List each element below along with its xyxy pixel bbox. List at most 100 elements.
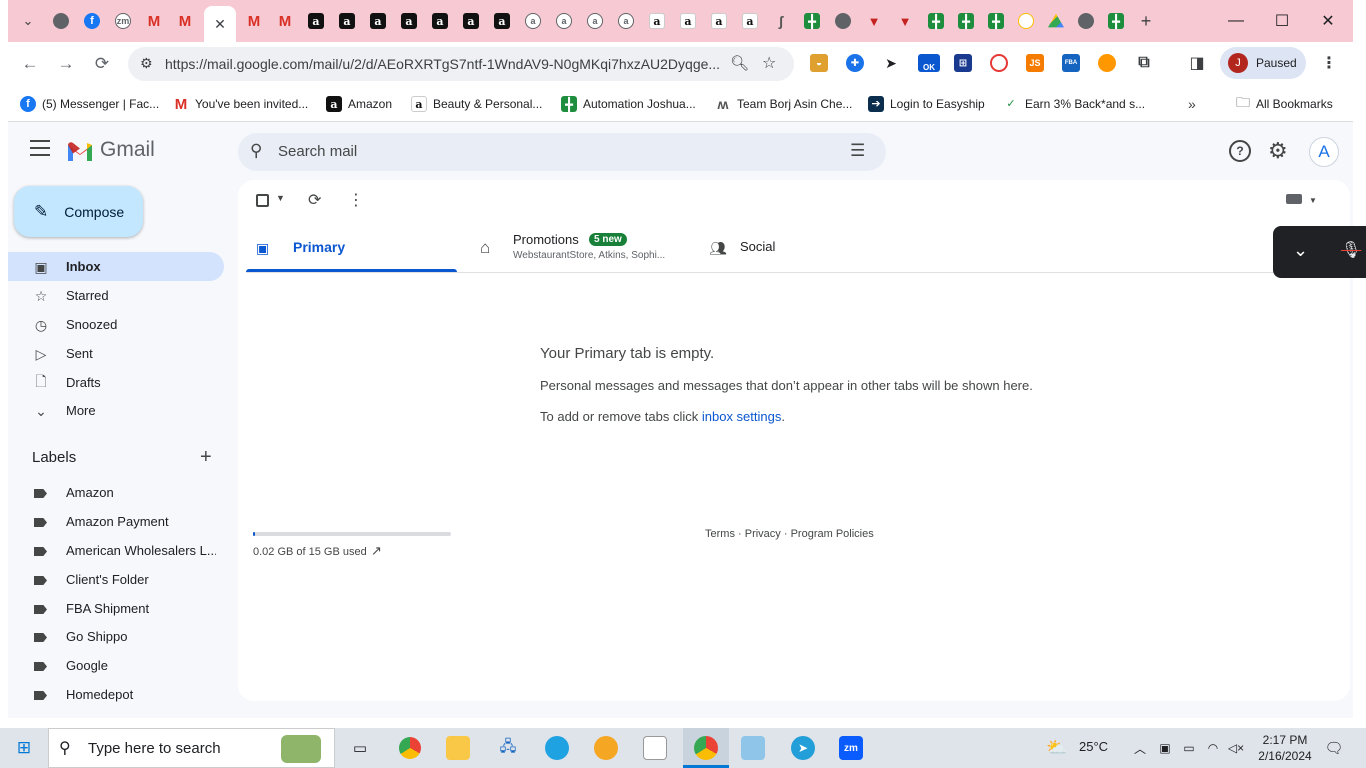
- gmail-logo[interactable]: Gmail: [66, 138, 155, 162]
- tab-amazon-9[interactable]: a: [676, 9, 700, 33]
- privacy-link[interactable]: Privacy: [745, 528, 781, 540]
- tab-seller-1[interactable]: a: [521, 9, 545, 33]
- search-box[interactable]: ⚲ Search mail ☰: [238, 133, 886, 171]
- sidebar-item-inbox[interactable]: ▣ Inbox: [8, 252, 224, 281]
- forward-button[interactable]: →: [52, 50, 80, 78]
- weather-temp[interactable]: 25°C: [1079, 739, 1108, 754]
- tab-seller-4[interactable]: a: [614, 9, 638, 33]
- tab-primary[interactable]: ▣ Primary: [246, 228, 457, 272]
- label-item[interactable]: Amazon Payment: [8, 508, 224, 536]
- program-policies-link[interactable]: Program Policies: [791, 528, 874, 540]
- tab-gmail-4[interactable]: M: [273, 9, 297, 33]
- select-dropdown-icon[interactable]: ▼: [276, 193, 285, 203]
- label-item[interactable]: American Wholesalers L...: [8, 537, 224, 565]
- search-options-icon[interactable]: ☰: [850, 141, 865, 161]
- help-icon[interactable]: ?: [1229, 140, 1251, 162]
- refresh-icon[interactable]: ⟳: [308, 190, 321, 210]
- all-bookmarks-button[interactable]: 🗀 All Bookmarks: [1236, 94, 1333, 114]
- tab-facebook[interactable]: f: [80, 9, 104, 33]
- label-item[interactable]: Client's Folder: [8, 566, 224, 594]
- tab-wix[interactable]: ʃ: [769, 9, 793, 33]
- sidebar-item-more[interactable]: ⌄ More: [8, 396, 224, 425]
- tab-gmail-3[interactable]: M: [242, 9, 266, 33]
- site-settings-icon[interactable]: ⚙: [140, 55, 153, 72]
- account-avatar[interactable]: A: [1309, 137, 1339, 167]
- tab-amazon-10[interactable]: a: [707, 9, 731, 33]
- zoom-search-icon[interactable]: 🔍︎: [730, 54, 749, 72]
- bookmark-item[interactable]: a Amazon: [326, 94, 392, 114]
- tab-sheets-1[interactable]: ╋: [800, 9, 824, 33]
- tray-chevron-icon[interactable]: ︿: [1128, 736, 1152, 760]
- tab-chrome-2[interactable]: [831, 9, 855, 33]
- tab-gmail-1[interactable]: M: [142, 9, 166, 33]
- bookmark-item[interactable]: ✓ Earn 3% Back*and s...: [1003, 94, 1145, 114]
- extension-fba-icon[interactable]: FBA: [1062, 54, 1080, 72]
- tab-amazon-3[interactable]: a: [366, 9, 390, 33]
- close-window-button[interactable]: ✕: [1308, 8, 1348, 34]
- bookmark-item[interactable]: a Beauty & Personal...: [411, 94, 542, 114]
- tab-seller-2[interactable]: a: [552, 9, 576, 33]
- extensions-puzzle-icon[interactable]: ⧉: [1135, 54, 1153, 72]
- search-input[interactable]: Search mail: [278, 143, 357, 160]
- extension-ok-icon[interactable]: OK: [918, 54, 940, 72]
- input-tools-dropdown-icon[interactable]: ▼: [1309, 196, 1317, 205]
- label-item[interactable]: Google: [8, 652, 224, 680]
- tab-zoom[interactable]: zm: [111, 9, 135, 33]
- tab-photos[interactable]: [1014, 9, 1038, 33]
- bookmark-item[interactable]: ╋ Automation Joshua...: [561, 94, 696, 114]
- task-view-icon[interactable]: ▭: [348, 736, 372, 760]
- search-icon[interactable]: ⚲: [250, 141, 262, 161]
- tab-sheets-4[interactable]: ╋: [984, 9, 1008, 33]
- extension-pokeball-icon[interactable]: [990, 54, 1008, 72]
- bookmarks-overflow-icon[interactable]: »: [1188, 94, 1196, 114]
- tab-amazon-4[interactable]: a: [397, 9, 421, 33]
- profile-button[interactable]: J Paused: [1220, 47, 1306, 79]
- settings-gear-icon[interactable]: ⚙: [1268, 138, 1288, 164]
- app-taskbar-icon[interactable]: [741, 736, 765, 760]
- sidebar-item-sent[interactable]: ▷ Sent: [8, 339, 224, 368]
- tab-amazon-1[interactable]: a: [304, 9, 328, 33]
- collapse-chevron-icon[interactable]: ⌄: [1293, 240, 1308, 261]
- back-button[interactable]: ←: [16, 50, 44, 78]
- battery-icon[interactable]: ▭: [1177, 736, 1201, 760]
- open-external-icon[interactable]: ↗: [371, 543, 382, 559]
- label-item[interactable]: Go Shippo: [8, 623, 224, 651]
- telegram-icon[interactable]: ➤: [791, 736, 815, 760]
- windows-start-icon[interactable]: ⊞: [12, 736, 36, 760]
- extension-grid-icon[interactable]: ⊞: [954, 54, 972, 72]
- tab-search-button[interactable]: ⌄: [16, 9, 40, 33]
- bookmark-item[interactable]: M You've been invited...: [173, 94, 309, 114]
- tab-social[interactable]: 👥︎ Social: [707, 228, 918, 272]
- side-panel-icon[interactable]: ◨: [1188, 54, 1206, 72]
- tab-amazon-8[interactable]: a: [645, 9, 669, 33]
- chrome-menu-icon[interactable]: ⋮: [1320, 54, 1338, 72]
- wifi-icon[interactable]: ◠: [1201, 736, 1225, 760]
- bookmark-item[interactable]: ʍ Team Borj Asin Che...: [715, 94, 853, 114]
- extension-compass-icon[interactable]: ✚: [846, 54, 864, 72]
- tab-sheets-2[interactable]: ╋: [924, 9, 948, 33]
- sidebar-item-drafts[interactable]: 🗋 Drafts: [8, 368, 224, 397]
- tab-amazon-6[interactable]: a: [459, 9, 483, 33]
- extension-firefox-icon[interactable]: [1098, 54, 1116, 72]
- tab-gmail-2[interactable]: M: [173, 9, 197, 33]
- tab-sheets-3[interactable]: ╋: [954, 9, 978, 33]
- bookmark-star-icon[interactable]: ☆: [762, 53, 776, 73]
- bookmark-item[interactable]: f (5) Messenger | Fac...: [20, 94, 159, 114]
- sidebar-item-snoozed[interactable]: ◷ Snoozed: [8, 310, 224, 339]
- label-item[interactable]: Amazon: [8, 479, 224, 507]
- mic-muted-icon[interactable]: 🎙︎: [1341, 240, 1361, 260]
- label-item[interactable]: FBA Shipment: [8, 595, 224, 623]
- zoom-taskbar-icon[interactable]: zm: [839, 736, 863, 760]
- tab-drive[interactable]: [1044, 9, 1068, 33]
- brave-icon[interactable]: [594, 736, 618, 760]
- extension-basket-icon[interactable]: ◒: [810, 54, 828, 72]
- close-icon[interactable]: ✕: [214, 16, 226, 33]
- more-options-icon[interactable]: ⋮: [348, 190, 364, 210]
- terms-link[interactable]: Terms: [705, 528, 735, 540]
- clock[interactable]: 2:17 PM 2/16/2024: [1256, 732, 1314, 764]
- tab-sheets-5[interactable]: ╋: [1104, 9, 1128, 33]
- chrome-profile-taskbar-button[interactable]: [683, 728, 729, 768]
- tab-chrome[interactable]: [49, 9, 73, 33]
- minimize-button[interactable]: —: [1216, 8, 1256, 34]
- compose-button[interactable]: ✎ Compose: [14, 186, 143, 237]
